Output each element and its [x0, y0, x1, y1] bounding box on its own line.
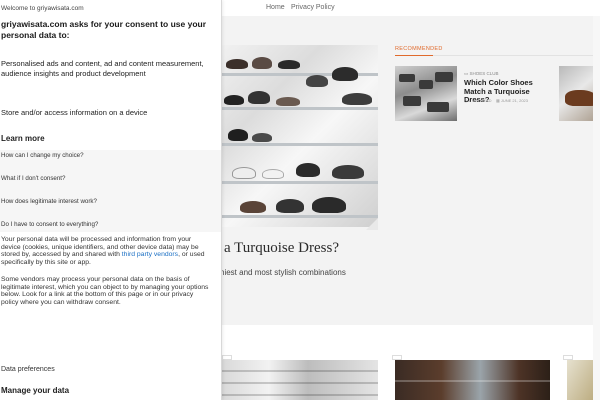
consent-heading: griyawisata.com asks for your consent to…: [1, 19, 207, 40]
recommended-category-label: SHOES CLUB: [469, 71, 499, 76]
nav-link-home[interactable]: Home: [266, 4, 285, 11]
shelf: [222, 143, 378, 146]
shelf: [222, 382, 378, 384]
consent-welcome-text: Welcome to griyawisata.com: [1, 5, 84, 12]
consent-purpose-personalised-ads: Personalised ads and content, ad and con…: [1, 59, 204, 78]
shoe: [296, 163, 320, 177]
shoe: [224, 95, 244, 105]
shoe: [276, 97, 300, 106]
recommended-thumbnail[interactable]: [395, 66, 457, 121]
shoe: [342, 93, 372, 105]
third-party-vendors-link[interactable]: third party vendors: [122, 251, 178, 258]
nav-link-privacy-policy[interactable]: Privacy Policy: [291, 4, 335, 11]
recommended-divider: [433, 55, 593, 56]
shoe: [312, 197, 346, 213]
hero-article-excerpt: chiest and most stylish combinations: [216, 268, 346, 277]
recommended-category[interactable]: ▭ SHOES CLUB: [464, 71, 499, 77]
shoe: [252, 133, 272, 142]
shoe: [228, 129, 248, 141]
faq-item-change-choice[interactable]: How can I change my choice?: [1, 152, 84, 159]
shoe: [226, 59, 248, 69]
manage-your-data-heading: Manage your data: [1, 386, 70, 395]
shoe: [435, 72, 453, 82]
recommended-meta: ◷ 1 MIN READ ▦ JUNE 21, 2023: [464, 98, 528, 103]
learn-more-heading: Learn more: [1, 134, 45, 143]
consent-purpose-store-access: Store and/or access information on a dev…: [1, 108, 148, 117]
shoe: [306, 75, 328, 87]
shoe: [278, 60, 300, 69]
shoe: [419, 80, 433, 89]
consent-processing-text: Your personal data will be processed and…: [1, 236, 211, 267]
consent-legitimate-interest-text: Some vendors may process your personal d…: [1, 276, 209, 307]
shoe: [262, 169, 284, 179]
recommended-underline: [395, 55, 433, 56]
shoe: [252, 57, 272, 69]
hero-article-title[interactable]: a Turquoise Dress?: [224, 240, 339, 257]
data-preferences-label: Data preferences: [1, 366, 55, 373]
shoe: [248, 91, 270, 104]
publish-date: JUNE 21, 2023: [500, 98, 528, 103]
read-time: 1 MIN READ: [468, 98, 492, 103]
shoe: [427, 102, 449, 112]
shelf: [222, 394, 378, 396]
shoe: [403, 96, 421, 106]
recommended-label: RECOMMENDED: [395, 46, 443, 52]
shoe: [332, 67, 358, 81]
article-card-image[interactable]: [222, 360, 378, 400]
faq-item-dont-consent[interactable]: What if I don't consent?: [1, 175, 65, 182]
shoe: [232, 167, 256, 179]
shelf: [395, 380, 550, 382]
hero-image[interactable]: [222, 45, 378, 227]
shoe: [399, 74, 415, 82]
hero-corner-decoration: [366, 218, 378, 230]
page-scrollbar[interactable]: [593, 16, 600, 400]
faq-list: [0, 150, 221, 232]
faq-item-consent-everything[interactable]: Do I have to consent to everything?: [1, 221, 98, 228]
shoe: [332, 165, 364, 179]
shelf: [222, 370, 378, 372]
consent-dialog: Welcome to griyawisata.com griyawisata.c…: [0, 0, 222, 400]
article-card-image[interactable]: [395, 360, 550, 400]
shelf: [222, 107, 378, 110]
shelf: [222, 181, 378, 184]
shelf: [222, 215, 378, 218]
shoe: [276, 199, 304, 213]
faq-item-legitimate-interest[interactable]: How does legitimate interest work?: [1, 198, 97, 205]
shoe: [240, 201, 266, 213]
